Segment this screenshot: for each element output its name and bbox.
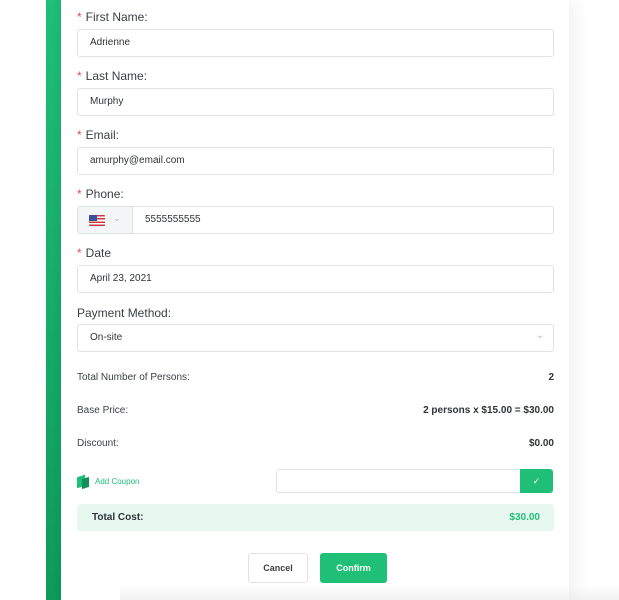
us-flag-icon	[89, 215, 105, 226]
required-mark: *	[77, 246, 82, 260]
left-accent-strip	[46, 0, 61, 600]
discount-value: $0.00	[528, 438, 554, 449]
phone-value: 5555555555	[145, 214, 201, 225]
last-name-field[interactable]: Murphy	[77, 88, 554, 116]
cancel-button[interactable]: Cancel	[248, 553, 308, 583]
required-mark: *	[77, 128, 82, 142]
payment-method-label: Payment Method:	[77, 306, 172, 320]
add-coupon-label: Add Coupon	[95, 476, 140, 486]
total-cost-label: Total Cost:	[92, 512, 144, 523]
base-price-label: Base Price:	[77, 405, 129, 416]
email-label: * Email:	[77, 128, 120, 142]
persons-label: Total Number of Persons:	[77, 372, 190, 383]
payment-method-select[interactable]: On-site ⌄	[77, 324, 554, 352]
required-mark: *	[77, 10, 82, 24]
check-icon: ✓	[532, 475, 541, 486]
total-cost-bar: Total Cost: $30.00	[77, 504, 554, 531]
date-value: April 23, 2021	[90, 273, 152, 284]
first-name-label: * First Name:	[77, 10, 148, 24]
coupon-tag-icon	[77, 474, 89, 490]
chevron-down-icon: ⌄	[113, 213, 121, 223]
add-coupon-link[interactable]: Add Coupon	[77, 473, 140, 490]
chevron-down-icon: ⌄	[535, 330, 544, 341]
last-name-value: Murphy	[90, 96, 124, 107]
discount-label: Discount:	[77, 438, 119, 449]
apply-coupon-button[interactable]: ✓	[520, 469, 553, 493]
base-price-value: 2 persons x $15.00 = $30.00	[423, 405, 554, 416]
payment-method-value: On-site	[90, 332, 123, 343]
first-name-field[interactable]: Adrienne	[77, 29, 554, 57]
bottom-shadow	[120, 585, 619, 600]
coupon-input[interactable]	[276, 469, 520, 493]
first-name-value: Adrienne	[90, 37, 131, 48]
persons-value: 2	[548, 372, 554, 383]
email-value: amurphy@email.com	[90, 155, 185, 166]
phone-label: * Phone:	[77, 187, 124, 201]
email-field[interactable]: amurphy@email.com	[77, 147, 554, 175]
confirm-button[interactable]: Confirm	[320, 553, 387, 583]
last-name-label: * Last Name:	[77, 69, 148, 83]
country-select[interactable]: ⌄	[78, 207, 133, 233]
date-label: * Date	[77, 246, 112, 260]
required-mark: *	[77, 69, 82, 83]
required-mark: *	[77, 187, 82, 201]
date-field[interactable]: April 23, 2021	[77, 265, 554, 293]
total-cost-value: $30.00	[509, 512, 540, 523]
phone-field[interactable]: ⌄ 5555555555	[77, 206, 554, 234]
